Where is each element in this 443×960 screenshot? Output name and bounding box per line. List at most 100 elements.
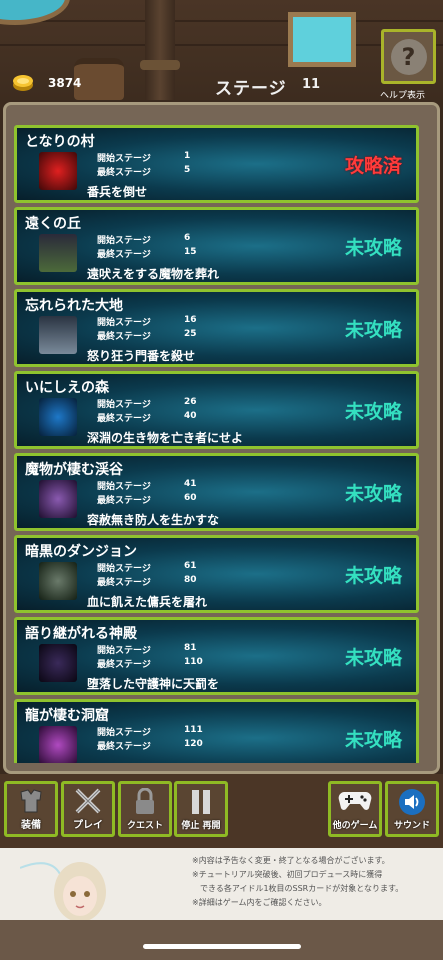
end-stage-label: 最終ステージ — [97, 742, 151, 752]
start-stage-row: 開始ステージ 6 — [97, 233, 190, 246]
stage-status: 未攻略 — [344, 483, 402, 505]
quest-button[interactable]: クエスト — [118, 781, 172, 837]
stage-name: 語り継がれる神殿 — [25, 626, 137, 642]
start-stage-label: 開始ステージ — [97, 236, 151, 246]
help-label: ヘルプ表示 — [380, 91, 426, 101]
stage-thumbnail-icon — [39, 152, 77, 190]
start-stage-value: 16 — [184, 315, 197, 325]
start-stage-label: 開始ステージ — [97, 728, 151, 738]
skeleton-army-icon — [39, 316, 77, 354]
end-stage-value: 40 — [184, 411, 197, 421]
armored-mercenary-icon — [39, 562, 77, 600]
end-stage-value: 110 — [184, 657, 203, 667]
end-stage-value: 25 — [184, 329, 197, 339]
stage-name: となりの村 — [25, 134, 95, 150]
end-stage-row: 最終ステージ 120 — [97, 739, 203, 752]
stage-name: 遠くの丘 — [25, 216, 81, 232]
stage-card[interactable]: 語り継がれる神殿 開始ステージ 81 最終ステージ 110 堕落した守護神に天罰… — [14, 617, 419, 695]
ad-line: ※詳細はゲーム内をご確認ください。 — [192, 898, 327, 907]
pause-resume-label: 停止 再開 — [181, 821, 221, 831]
character-portrait-icon — [20, 862, 106, 920]
quest-label: クエスト — [126, 821, 163, 831]
padlock-icon — [121, 787, 169, 822]
start-stage-label: 開始ステージ — [97, 482, 151, 492]
end-stage-value: 5 — [184, 165, 191, 175]
end-stage-row: 最終ステージ 60 — [97, 493, 197, 506]
coin-count: 3874 — [48, 76, 82, 90]
start-stage-value: 26 — [184, 397, 197, 407]
end-stage-value: 15 — [184, 247, 197, 257]
stage-mission: 血に飢えた傭兵を屠れ — [87, 595, 208, 609]
dark-guardian-icon — [39, 644, 77, 682]
start-stage-row: 開始ステージ 16 — [97, 315, 197, 328]
equip-label: 装備 — [21, 820, 41, 831]
play-label: プレイ — [73, 820, 103, 831]
start-stage-label: 開始ステージ — [97, 564, 151, 574]
stage-status: 攻略済 — [344, 155, 402, 177]
stage-name: 忘れられた大地 — [25, 298, 123, 314]
header-scene: 3874 ステージ 11 ? ヘルプ表示 — [0, 0, 443, 101]
start-stage-value: 81 — [184, 643, 197, 653]
stage-mission: 遠吠えをする魔物を葬れ — [87, 267, 220, 281]
ad-line: できる各アイドル1枚目のSSRカードが対象となります。 — [200, 884, 404, 893]
stage-status: 未攻略 — [344, 319, 402, 341]
other-games-button[interactable]: 他のゲーム — [328, 781, 382, 837]
mast-ring — [140, 60, 180, 70]
stage-card[interactable]: いにしえの森 開始ステージ 26 最終ステージ 40 深淵の生き物を亡き者にせよ… — [14, 371, 419, 449]
end-stage-row: 最終ステージ 110 — [97, 657, 203, 670]
stage-card[interactable]: 遠くの丘 開始ステージ 6 最終ステージ 15 遠吠えをする魔物を葬れ 未攻略 — [14, 207, 419, 285]
stage-mission: 容赦無き防人を生かすな — [87, 513, 220, 527]
stage-card[interactable]: 忘れられた大地 開始ステージ 16 最終ステージ 25 怒り狂う門番を殺せ 未攻… — [14, 289, 419, 367]
stage-card[interactable]: 暗黒のダンジョン 開始ステージ 61 最終ステージ 80 血に飢えた傭兵を屠れ … — [14, 535, 419, 613]
wood-plank — [0, 44, 443, 46]
help-button[interactable]: ? — [381, 29, 436, 84]
ad-banner[interactable]: ※内容は予告なく変更・終了となる場合がございます。 ※チュートリアル突破後、初回… — [0, 848, 443, 920]
pause-icon — [177, 788, 225, 822]
end-stage-value: 80 — [184, 575, 197, 585]
gamepad-icon — [331, 788, 379, 818]
end-stage-row: 最終ステージ 80 — [97, 575, 197, 588]
stage-status: 未攻略 — [344, 565, 402, 587]
end-stage-value: 60 — [184, 493, 197, 503]
stage-mission: 深淵の生き物を亡き者にせよ — [87, 431, 244, 445]
deep-creature-icon — [39, 398, 77, 436]
end-stage-label: 最終ステージ — [97, 332, 151, 342]
end-stage-row: 最終ステージ 15 — [97, 247, 197, 260]
end-stage-label: 最終ステージ — [97, 250, 151, 260]
stage-name: 魔物が棲む渓谷 — [25, 462, 123, 478]
stage-name: いにしえの森 — [25, 380, 109, 396]
equip-button[interactable]: 装備 — [4, 781, 58, 837]
stage-list-panel: となりの村 開始ステージ 1 最終ステージ 5 番兵を倒せ 攻略済 遠くの丘 開… — [3, 102, 440, 774]
end-stage-row: 最終ステージ 40 — [97, 411, 197, 424]
stage-mission: 怒り狂う門番を殺せ — [87, 349, 196, 363]
pause-resume-button[interactable]: 停止 再開 — [174, 781, 228, 837]
stage-list-scroll[interactable]: となりの村 開始ステージ 1 最終ステージ 5 番兵を倒せ 攻略済 遠くの丘 開… — [14, 115, 432, 763]
ad-line: ※チュートリアル突破後、初回プロデュース時に獲得 — [192, 870, 383, 879]
ad-disclaimer: ※内容は予告なく変更・終了となる場合がございます。 ※チュートリアル突破後、初回… — [192, 854, 440, 910]
home-indicator[interactable] — [143, 944, 301, 949]
start-stage-row: 開始ステージ 1 — [97, 151, 190, 164]
stage-card[interactable]: 魔物が棲む渓谷 開始ステージ 41 最終ステージ 60 容赦無き防人を生かすな … — [14, 453, 419, 531]
start-stage-value: 41 — [184, 479, 197, 489]
stage-status: 未攻略 — [344, 237, 402, 259]
question-mark-icon: ? — [390, 38, 427, 75]
end-stage-row: 最終ステージ 5 — [97, 165, 190, 178]
bottom-toolbar: 装備 プレイ クエスト 停止 再開 他のゲーム サウンド — [0, 774, 443, 848]
stage-card[interactable]: となりの村 開始ステージ 1 最終ステージ 5 番兵を倒せ 攻略済 — [14, 125, 419, 203]
start-stage-value: 1 — [184, 151, 191, 161]
start-stage-value: 111 — [184, 725, 203, 735]
play-button[interactable]: プレイ — [61, 781, 115, 837]
end-stage-label: 最終ステージ — [97, 578, 151, 588]
start-stage-row: 開始ステージ 61 — [97, 561, 197, 574]
end-stage-value: 120 — [184, 739, 203, 749]
stage-title: ステージ — [215, 79, 287, 99]
stage-card[interactable]: 龍が棲む洞窟 開始ステージ 111 最終ステージ 120 未攻略 — [14, 699, 419, 763]
start-stage-value: 6 — [184, 233, 191, 243]
other-games-label: 他のゲーム — [332, 821, 378, 831]
ad-line: ※内容は予告なく変更・終了となる場合がございます。 — [192, 856, 390, 865]
start-stage-label: 開始ステージ — [97, 400, 151, 410]
wood-plank — [0, 20, 443, 22]
sound-button[interactable]: サウンド — [385, 781, 439, 837]
start-stage-value: 61 — [184, 561, 197, 571]
end-stage-label: 最終ステージ — [97, 168, 151, 178]
